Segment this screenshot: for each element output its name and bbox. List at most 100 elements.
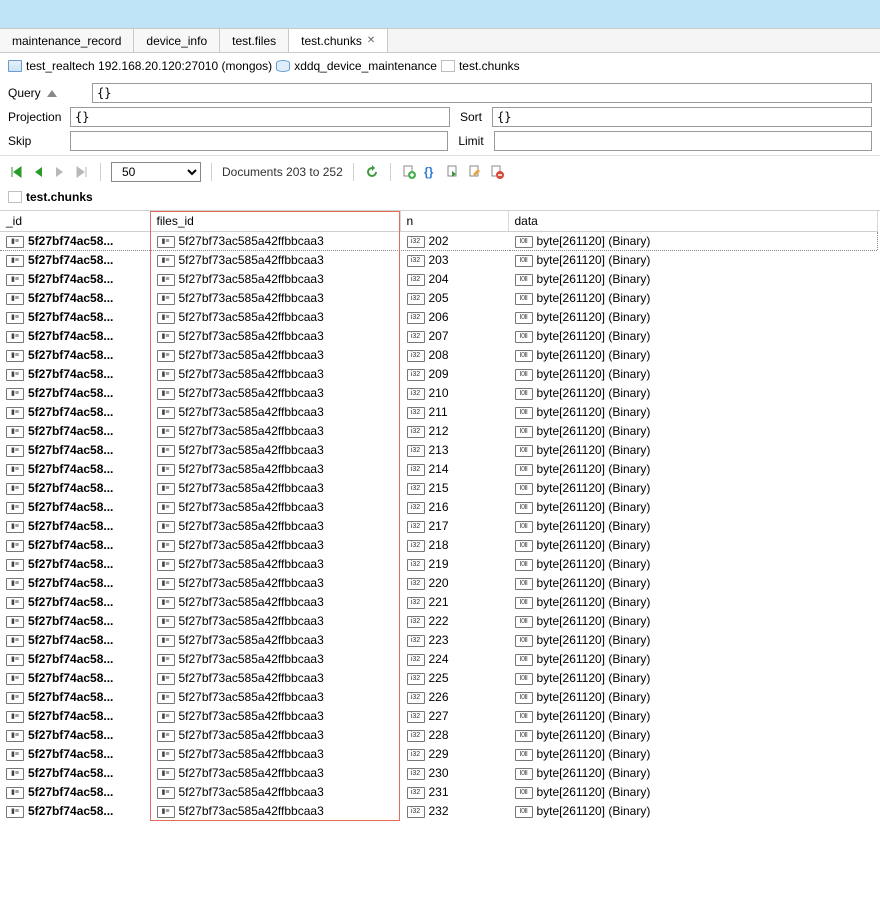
view-json-button[interactable]: {} xyxy=(423,164,439,180)
delete-document-button[interactable] xyxy=(489,164,505,180)
table-row[interactable]: ▮≡5f27bf74ac58...▮≡5f27bf73ac585a42ffbbc… xyxy=(0,441,878,460)
table-row[interactable]: ▮≡5f27bf74ac58...▮≡5f27bf73ac585a42ffbbc… xyxy=(0,460,878,479)
cell-files-id: 5f27bf73ac585a42ffbbcaa3 xyxy=(179,329,324,343)
column-header-data[interactable]: data xyxy=(508,211,878,232)
cell-id: 5f27bf74ac58... xyxy=(28,329,113,343)
binary-icon: I0II xyxy=(515,369,533,381)
objectid-icon: ▮≡ xyxy=(157,293,175,305)
objectid-icon: ▮≡ xyxy=(6,768,24,780)
cell-data: byte[261120] (Binary) xyxy=(537,519,651,533)
table-row[interactable]: ▮≡5f27bf74ac58...▮≡5f27bf73ac585a42ffbbc… xyxy=(0,783,878,802)
table-row[interactable]: ▮≡5f27bf74ac58...▮≡5f27bf73ac585a42ffbbc… xyxy=(0,289,878,308)
first-page-button[interactable] xyxy=(8,164,24,180)
objectid-icon: ▮≡ xyxy=(157,559,175,571)
add-document-button[interactable] xyxy=(401,164,417,180)
cell-n: 223 xyxy=(429,633,449,647)
table-row[interactable]: ▮≡5f27bf74ac58...▮≡5f27bf73ac585a42ffbbc… xyxy=(0,346,878,365)
objectid-icon: ▮≡ xyxy=(6,293,24,305)
table-row[interactable]: ▮≡5f27bf74ac58...▮≡5f27bf73ac585a42ffbbc… xyxy=(0,745,878,764)
cell-n: 217 xyxy=(429,519,449,533)
cell-id: 5f27bf74ac58... xyxy=(28,652,113,666)
table-row[interactable]: ▮≡5f27bf74ac58...▮≡5f27bf73ac585a42ffbbc… xyxy=(0,669,878,688)
table-row[interactable]: ▮≡5f27bf74ac58...▮≡5f27bf73ac585a42ffbbc… xyxy=(0,270,878,289)
query-label: Query xyxy=(8,86,86,100)
table-row[interactable]: ▮≡5f27bf74ac58...▮≡5f27bf73ac585a42ffbbc… xyxy=(0,650,878,669)
objectid-icon: ▮≡ xyxy=(6,673,24,685)
import-button[interactable] xyxy=(445,164,461,180)
table-row[interactable]: ▮≡5f27bf74ac58...▮≡5f27bf73ac585a42ffbbc… xyxy=(0,707,878,726)
table-row[interactable]: ▮≡5f27bf74ac58...▮≡5f27bf73ac585a42ffbbc… xyxy=(0,365,878,384)
objectid-icon: ▮≡ xyxy=(6,749,24,761)
projection-input[interactable] xyxy=(70,107,450,127)
binary-icon: I0II xyxy=(515,388,533,400)
int32-icon: i32 xyxy=(407,293,425,305)
table-row[interactable]: ▮≡5f27bf74ac58...▮≡5f27bf73ac585a42ffbbc… xyxy=(0,536,878,555)
cell-files-id: 5f27bf73ac585a42ffbbcaa3 xyxy=(179,348,324,362)
objectid-icon: ▮≡ xyxy=(6,331,24,343)
objectid-icon: ▮≡ xyxy=(6,635,24,647)
refresh-button[interactable] xyxy=(364,164,380,180)
close-icon[interactable]: ✕ xyxy=(367,35,375,46)
cell-files-id: 5f27bf73ac585a42ffbbcaa3 xyxy=(179,728,324,742)
cell-data: byte[261120] (Binary) xyxy=(537,595,651,609)
table-row[interactable]: ▮≡5f27bf74ac58...▮≡5f27bf73ac585a42ffbbc… xyxy=(0,726,878,745)
table-row[interactable]: ▮≡5f27bf74ac58...▮≡5f27bf73ac585a42ffbbc… xyxy=(0,251,878,270)
cell-id: 5f27bf74ac58... xyxy=(28,709,113,723)
cell-data: byte[261120] (Binary) xyxy=(537,728,651,742)
tab-test-chunks[interactable]: test.chunks✕ xyxy=(289,29,388,52)
column-header-n[interactable]: n xyxy=(400,211,508,232)
binary-icon: I0II xyxy=(515,407,533,419)
binary-icon: I0II xyxy=(515,293,533,305)
table-row[interactable]: ▮≡5f27bf74ac58...▮≡5f27bf73ac585a42ffbbc… xyxy=(0,232,878,251)
objectid-icon: ▮≡ xyxy=(157,407,175,419)
tab-device-info[interactable]: device_info xyxy=(134,29,220,52)
cell-files-id: 5f27bf73ac585a42ffbbcaa3 xyxy=(179,443,324,457)
table-row[interactable]: ▮≡5f27bf74ac58...▮≡5f27bf73ac585a42ffbbc… xyxy=(0,479,878,498)
table-row[interactable]: ▮≡5f27bf74ac58...▮≡5f27bf73ac585a42ffbbc… xyxy=(0,764,878,783)
tab-test-files[interactable]: test.files xyxy=(220,29,289,52)
table-row[interactable]: ▮≡5f27bf74ac58...▮≡5f27bf73ac585a42ffbbc… xyxy=(0,308,878,327)
query-input[interactable] xyxy=(92,83,872,103)
int32-icon: i32 xyxy=(407,768,425,780)
cell-files-id: 5f27bf73ac585a42ffbbcaa3 xyxy=(179,405,324,419)
query-expand-icon[interactable] xyxy=(47,90,57,97)
page-size-select[interactable]: 50 xyxy=(111,162,201,182)
tab-maintenance-record[interactable]: maintenance_record xyxy=(0,29,134,52)
table-row[interactable]: ▮≡5f27bf74ac58...▮≡5f27bf73ac585a42ffbbc… xyxy=(0,422,878,441)
cell-id: 5f27bf74ac58... xyxy=(28,519,113,533)
binary-icon: I0II xyxy=(515,806,533,818)
cell-id: 5f27bf74ac58... xyxy=(28,367,113,381)
table-row[interactable]: ▮≡5f27bf74ac58...▮≡5f27bf73ac585a42ffbbc… xyxy=(0,574,878,593)
table-row[interactable]: ▮≡5f27bf74ac58...▮≡5f27bf73ac585a42ffbbc… xyxy=(0,403,878,422)
binary-icon: I0II xyxy=(515,236,533,248)
table-row[interactable]: ▮≡5f27bf74ac58...▮≡5f27bf73ac585a42ffbbc… xyxy=(0,688,878,707)
skip-input[interactable] xyxy=(70,131,448,151)
column-header-id[interactable]: _id xyxy=(0,211,150,232)
binary-icon: I0II xyxy=(515,768,533,780)
prev-page-button[interactable] xyxy=(30,164,46,180)
table-row[interactable]: ▮≡5f27bf74ac58...▮≡5f27bf73ac585a42ffbbc… xyxy=(0,555,878,574)
table-row[interactable]: ▮≡5f27bf74ac58...▮≡5f27bf73ac585a42ffbbc… xyxy=(0,517,878,536)
tab-bar: maintenance_recorddevice_infotest.filest… xyxy=(0,29,880,53)
cell-data: byte[261120] (Binary) xyxy=(537,272,651,286)
table-row[interactable]: ▮≡5f27bf74ac58...▮≡5f27bf73ac585a42ffbbc… xyxy=(0,631,878,650)
cell-files-id: 5f27bf73ac585a42ffbbcaa3 xyxy=(179,557,324,571)
binary-icon: I0II xyxy=(515,350,533,362)
table-row[interactable]: ▮≡5f27bf74ac58...▮≡5f27bf73ac585a42ffbbc… xyxy=(0,612,878,631)
last-page-button[interactable] xyxy=(74,164,90,180)
cell-data: byte[261120] (Binary) xyxy=(537,785,651,799)
objectid-icon: ▮≡ xyxy=(6,426,24,438)
next-page-button[interactable] xyxy=(52,164,68,180)
table-row[interactable]: ▮≡5f27bf74ac58...▮≡5f27bf73ac585a42ffbbc… xyxy=(0,384,878,403)
table-row[interactable]: ▮≡5f27bf74ac58...▮≡5f27bf73ac585a42ffbbc… xyxy=(0,498,878,517)
sort-input[interactable] xyxy=(492,107,872,127)
table-row[interactable]: ▮≡5f27bf74ac58...▮≡5f27bf73ac585a42ffbbc… xyxy=(0,802,878,821)
cell-n: 203 xyxy=(429,253,449,267)
column-header-files-id[interactable]: files_id xyxy=(150,211,400,232)
edit-document-button[interactable] xyxy=(467,164,483,180)
table-row[interactable]: ▮≡5f27bf74ac58...▮≡5f27bf73ac585a42ffbbc… xyxy=(0,593,878,612)
table-row[interactable]: ▮≡5f27bf74ac58...▮≡5f27bf73ac585a42ffbbc… xyxy=(0,327,878,346)
cell-n: 219 xyxy=(429,557,449,571)
limit-input[interactable] xyxy=(494,131,872,151)
cell-n: 202 xyxy=(429,234,449,248)
